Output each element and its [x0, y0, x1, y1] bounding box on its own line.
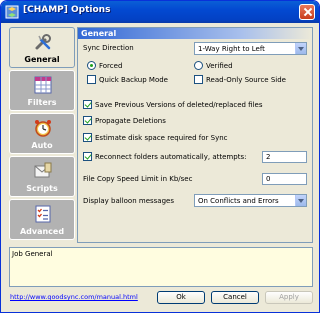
copy-speed-field[interactable]: 0 — [262, 173, 307, 185]
wrench-screwdriver-icon — [35, 34, 51, 50]
panel-title: General — [81, 29, 117, 38]
close-button[interactable] — [299, 4, 315, 20]
nav-label-filters: Filters — [27, 98, 57, 107]
read-only-source-label: Read-Only Source Side — [206, 76, 286, 84]
forced-label: Forced — [99, 62, 123, 70]
envelope-scroll-icon — [34, 162, 52, 178]
propagate-deletions-checkbox[interactable] — [83, 116, 92, 125]
ok-button[interactable]: Ok — [157, 291, 205, 304]
reconnect-attempts-value: 2 — [266, 153, 271, 161]
nav-item-general[interactable]: General — [9, 27, 75, 68]
app-icon — [5, 5, 19, 19]
nav-item-filters[interactable]: Filters — [9, 70, 75, 111]
verified-label: Verified — [206, 62, 233, 70]
save-versions-checkbox[interactable] — [83, 100, 92, 109]
forced-radio[interactable] — [87, 61, 96, 70]
nav-label-scripts: Scripts — [26, 184, 58, 193]
verified-radio[interactable] — [194, 61, 203, 70]
estimate-disk-checkbox[interactable] — [83, 133, 92, 142]
copy-speed-label: File Copy Speed Limit in Kb/sec — [83, 175, 193, 183]
balloon-messages-value: On Conflicts and Errors — [198, 197, 279, 205]
nav-label-advanced: Advanced — [19, 227, 65, 236]
nav-item-auto[interactable]: Auto — [9, 113, 75, 154]
reconnect-checkbox[interactable] — [83, 152, 92, 161]
estimate-disk-label: Estimate disk space required for Sync — [95, 134, 228, 142]
apply-button[interactable]: Apply — [265, 291, 313, 304]
save-versions-label: Save Previous Versions of deleted/replac… — [95, 101, 263, 109]
quick-backup-checkbox[interactable] — [87, 75, 96, 84]
chevron-down-icon[interactable] — [295, 195, 306, 206]
balloon-label: Display balloon messages — [83, 197, 174, 205]
reconnect-attempts-field[interactable]: 2 — [262, 151, 307, 163]
read-only-source-checkbox[interactable] — [194, 75, 203, 84]
nav-item-scripts[interactable]: Scripts — [9, 156, 75, 197]
quick-backup-label: Quick Backup Mode — [99, 76, 168, 84]
general-settings-panel: General Sync Direction 1-Way Right to Le… — [77, 27, 313, 243]
alarm-clock-icon — [35, 120, 51, 137]
panel-header: General — [78, 28, 312, 39]
checklist-icon — [35, 205, 51, 223]
sync-direction-label: Sync Direction — [83, 44, 134, 52]
chevron-down-icon[interactable] — [295, 43, 306, 54]
balloon-messages-select[interactable]: On Conflicts and Errors — [194, 194, 307, 207]
copy-speed-value: 0 — [266, 175, 271, 183]
propagate-deletions-label: Propagate Deletions — [95, 117, 166, 125]
description-box: Job General — [9, 247, 313, 287]
options-window: [CHAMP] Options General Filters Auto Scr… — [0, 0, 320, 313]
nav-item-advanced[interactable]: Advanced — [9, 199, 75, 240]
cancel-button[interactable]: Cancel — [211, 291, 259, 304]
nav-label-general: General — [24, 55, 60, 64]
title-bar[interactable]: [CHAMP] Options — [1, 1, 319, 23]
window-title: [CHAMP] Options — [23, 5, 111, 15]
reconnect-label: Reconnect folders automatically, attempt… — [95, 153, 247, 161]
manual-link[interactable]: http://www.goodsync.com/manual.html — [10, 293, 138, 301]
description-text: Job General — [12, 250, 53, 258]
sync-direction-select[interactable]: 1-Way Right to Left — [194, 42, 307, 55]
sidebar-nav: General Filters Auto Scripts Advanced — [9, 27, 75, 243]
nav-label-auto: Auto — [31, 141, 53, 150]
sync-direction-value: 1-Way Right to Left — [198, 45, 265, 53]
grid-table-icon — [34, 76, 52, 94]
